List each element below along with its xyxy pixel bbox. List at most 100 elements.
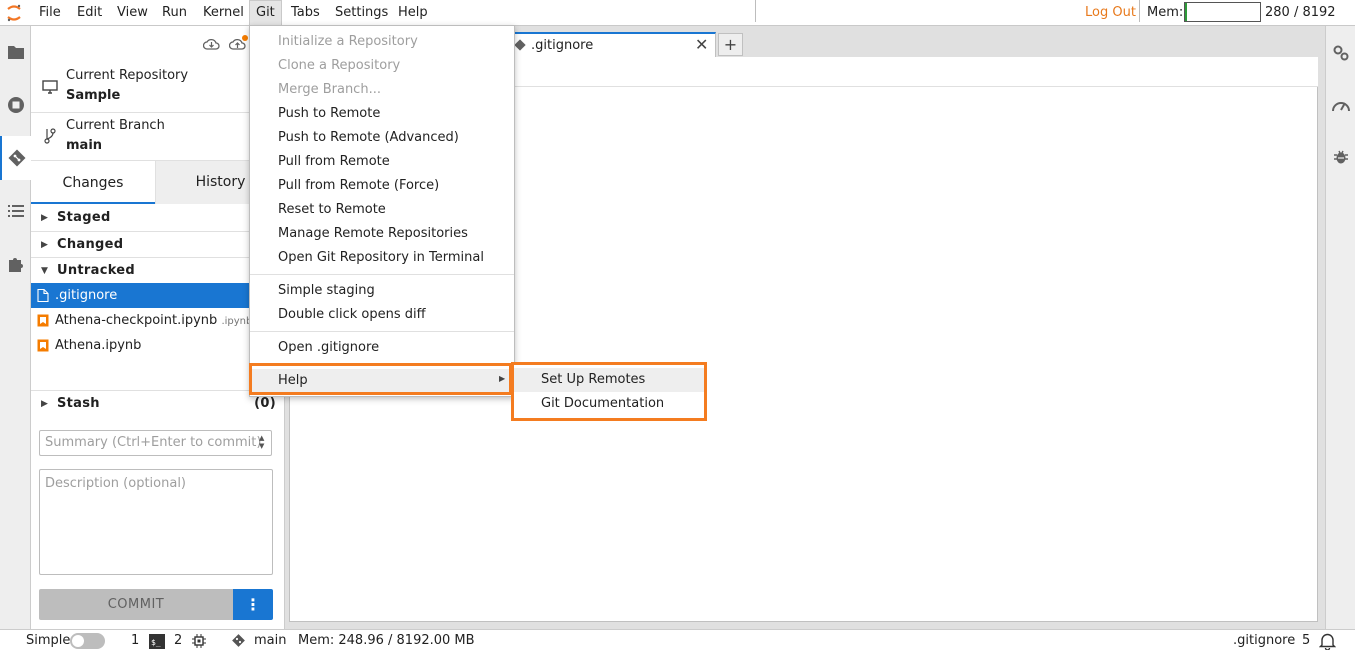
gauge-icon[interactable] <box>1331 96 1351 114</box>
divider <box>31 112 285 113</box>
branch-icon <box>44 128 56 144</box>
submenu-set-up-remotes[interactable]: Set Up Remotes <box>514 368 704 392</box>
menu-edit[interactable]: Edit <box>71 0 108 26</box>
file-browser-tab[interactable] <box>0 30 31 74</box>
section-changed-label: Changed <box>57 237 124 252</box>
git-menu-reset-remote[interactable]: Reset to Remote <box>250 198 514 222</box>
new-tab-button[interactable]: + <box>718 33 743 56</box>
git-menu-dropdown: Initialize a Repository Clone a Reposito… <box>249 25 515 397</box>
commit-options-button[interactable]: ⋮ <box>233 589 273 620</box>
menu-view[interactable]: View <box>111 0 154 26</box>
stop-circle-icon <box>7 97 24 113</box>
property-inspector-gears-icon[interactable] <box>1332 44 1350 62</box>
right-activity-bar <box>1325 26 1355 629</box>
git-menu-clone[interactable]: Clone a Repository <box>250 54 514 78</box>
current-branch-value[interactable]: main <box>66 138 102 153</box>
extension-manager-tab[interactable] <box>0 242 31 286</box>
menu-git[interactable]: Git <box>249 0 282 26</box>
cloud-download-icon[interactable] <box>203 38 220 50</box>
git-menu-pull-force[interactable]: Pull from Remote (Force) <box>250 174 514 198</box>
section-changed[interactable]: ▶ Changed <box>31 231 285 257</box>
git-panel: Current Repository Sample Current Branch… <box>31 26 285 629</box>
memory-usage-fill <box>1185 3 1187 21</box>
close-icon[interactable]: ✕ <box>695 35 708 54</box>
document-tab[interactable]: .gitignore ✕ <box>504 32 716 58</box>
memory-usage-bar <box>1184 2 1261 22</box>
list-item[interactable]: Athena.ipynb <box>31 333 285 358</box>
menu-file[interactable]: File <box>33 0 67 26</box>
commit-button[interactable]: COMMIT <box>39 589 233 620</box>
git-menu-initialize[interactable]: Initialize a Repository <box>250 30 514 54</box>
menu-separator <box>250 274 514 275</box>
git-menu-manage-remotes[interactable]: Manage Remote Repositories <box>250 222 514 246</box>
section-untracked[interactable]: ▼ Untracked <box>31 257 285 283</box>
git-menu-open-gitignore[interactable]: Open .gitignore <box>250 336 514 360</box>
cloud-upload-icon[interactable] <box>229 35 249 50</box>
left-activity-bar <box>0 26 31 629</box>
submenu-git-documentation[interactable]: Git Documentation <box>514 392 704 416</box>
section-stash[interactable]: ▶ Stash (0) <box>31 390 285 416</box>
cpu-chip-icon <box>192 634 206 648</box>
git-menu-pull[interactable]: Pull from Remote <box>250 150 514 174</box>
list-item[interactable]: .gitignore <box>31 283 285 308</box>
tab-changes[interactable]: Changes <box>31 163 155 204</box>
help-highlight-frame <box>249 363 512 395</box>
menu-tabs[interactable]: Tabs <box>285 0 326 26</box>
section-stash-label: Stash <box>57 396 100 411</box>
current-file-status: .gitignore <box>1233 633 1296 648</box>
branch-status[interactable]: main <box>254 630 286 652</box>
git-menu-push[interactable]: Push to Remote <box>250 102 514 126</box>
git-file-icon <box>514 39 526 51</box>
logout-button[interactable]: Log Out <box>1085 0 1136 26</box>
simple-mode-label: Simple <box>26 633 71 648</box>
caret-right-icon: ▶ <box>41 213 49 223</box>
file-icon <box>37 289 49 302</box>
git-menu-simple-staging[interactable]: Simple staging <box>250 279 514 303</box>
table-of-contents-tab[interactable] <box>0 189 31 233</box>
git-menu-double-click-diff[interactable]: Double click opens diff <box>250 303 514 327</box>
git-menu-push-advanced[interactable]: Push to Remote (Advanced) <box>250 126 514 150</box>
list-item[interactable]: Athena-checkpoint.ipynb .ipynb_ch <box>31 308 285 333</box>
resize-handle-icon: ▲ ▼ <box>259 434 265 450</box>
memory-status: Mem: 248.96 / 8192.00 MB <box>298 633 475 648</box>
bell-icon[interactable] <box>1319 632 1336 650</box>
kernel-count[interactable]: 1 <box>131 630 139 652</box>
menu-separator <box>250 331 514 332</box>
git-tab[interactable] <box>0 136 31 180</box>
file-name: .gitignore <box>55 288 118 303</box>
notebook-icon <box>37 314 49 327</box>
menu-kernel[interactable]: Kernel <box>197 0 250 26</box>
current-repository-label: Current Repository <box>66 68 189 83</box>
simple-mode-toggle[interactable] <box>70 633 105 649</box>
commit-description-input[interactable]: Description (optional) <box>39 469 273 575</box>
section-staged[interactable]: ▶ Staged <box>31 205 285 231</box>
section-staged-label: Staged <box>57 210 111 225</box>
current-repository-value[interactable]: Sample <box>66 88 120 103</box>
caret-down-icon: ▼ <box>41 266 49 276</box>
debugger-bug-icon[interactable] <box>1333 149 1349 165</box>
file-name: Athena-checkpoint.ipynb <box>55 313 218 328</box>
commit-summary-input[interactable]: Summary (Ctrl+Enter to commit) <box>39 430 272 456</box>
current-branch-label: Current Branch <box>66 118 165 133</box>
menubar-divider <box>755 0 756 22</box>
menubar-divider <box>1139 0 1140 22</box>
toggle-knob <box>72 635 84 647</box>
menu-run[interactable]: Run <box>156 0 193 26</box>
caret-right-icon: ▶ <box>41 240 49 250</box>
running-sessions-tab[interactable] <box>0 83 31 127</box>
git-branch-status-icon <box>232 634 245 647</box>
git-panel-tabs: Changes History <box>31 160 285 204</box>
menu-help[interactable]: Help <box>392 0 434 26</box>
document-tab-title: .gitignore <box>531 38 594 53</box>
notification-count[interactable]: 5 <box>1302 630 1310 652</box>
memory-label: Mem: <box>1147 5 1184 20</box>
git-menu-open-terminal[interactable]: Open Git Repository in Terminal <box>250 246 514 270</box>
terminal-count[interactable]: 2 <box>174 630 182 652</box>
menu-settings[interactable]: Settings <box>329 0 394 26</box>
menubar: File Edit View Run Kernel Git Tabs Setti… <box>0 0 1355 46</box>
help-submenu: Set Up Remotes Git Documentation <box>511 362 707 421</box>
git-menu-merge-branch[interactable]: Merge Branch... <box>250 78 514 102</box>
terminal-icon: $_ <box>149 634 165 649</box>
puzzle-icon <box>8 258 23 272</box>
notebook-icon <box>37 339 49 352</box>
